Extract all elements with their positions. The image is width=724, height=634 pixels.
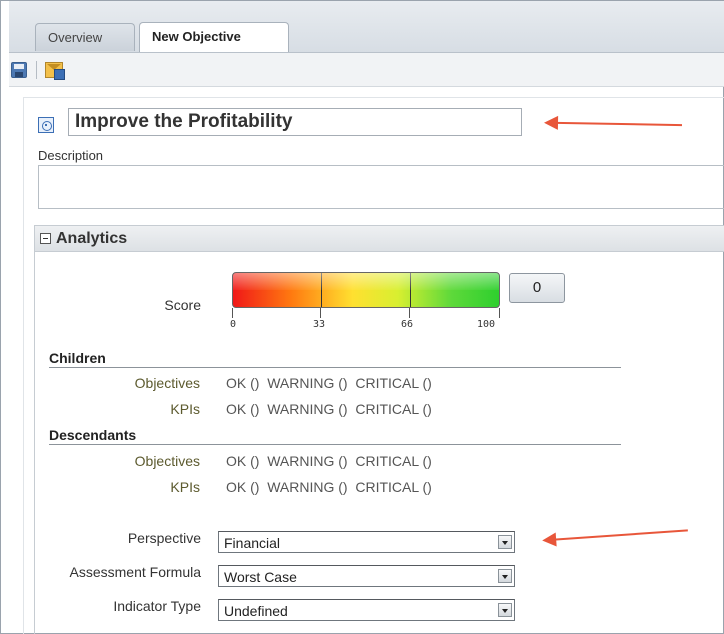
perspective-value: Financial	[224, 535, 281, 551]
assessment-formula-label: Assessment Formula	[69, 564, 201, 580]
analytics-header[interactable]: Analytics	[35, 226, 724, 252]
analytics-title: Analytics	[56, 230, 128, 247]
children-title: Children	[49, 350, 621, 368]
score-value: 0	[509, 273, 565, 303]
indicator-type-value: Undefined	[224, 603, 288, 619]
save-icon[interactable]	[11, 62, 27, 78]
descendants-title: Descendants	[49, 427, 621, 445]
perspective-select[interactable]: Financial	[218, 531, 515, 553]
children-kpis-status: OK () WARNING () CRITICAL ()	[226, 401, 432, 417]
app-window: Overview New Objective Improve the Profi…	[0, 0, 724, 634]
objective-editor: Improve the Profitability Description An…	[23, 97, 724, 634]
gauge-tick	[232, 308, 233, 318]
descendants-objectives-label: Objectives	[134, 453, 200, 469]
score-gauge	[232, 272, 500, 308]
email-icon[interactable]	[45, 62, 65, 80]
toolbar	[9, 53, 724, 87]
objective-icon	[38, 117, 54, 133]
toolbar-separator	[36, 61, 37, 79]
assessment-formula-select[interactable]: Worst Case	[218, 565, 515, 587]
descendants-kpis-status: OK () WARNING () CRITICAL ()	[226, 479, 432, 495]
gauge-tick-label: 66	[401, 319, 414, 330]
tab-new-objective[interactable]: New Objective	[139, 22, 289, 52]
chevron-down-icon[interactable]	[498, 603, 512, 617]
description-label: Description	[38, 148, 104, 163]
perspective-label: Perspective	[127, 530, 201, 546]
children-objectives-status: OK () WARNING () CRITICAL ()	[226, 375, 432, 391]
assessment-formula-value: Worst Case	[224, 569, 297, 585]
gauge-tick-label: 100	[477, 319, 496, 330]
analytics-panel: Analytics Score 0 33 66 100 0 Children O…	[34, 225, 724, 634]
gauge-tick	[409, 308, 410, 318]
collapse-icon[interactable]	[40, 233, 51, 244]
gauge-tick	[499, 308, 500, 318]
gauge-divider	[410, 273, 411, 307]
chevron-down-icon[interactable]	[498, 535, 512, 549]
gauge-tick-label: 33	[313, 319, 326, 330]
gauge-tick-label: 0	[230, 319, 237, 330]
children-objectives-label: Objectives	[134, 375, 200, 391]
descendants-objectives-status: OK () WARNING () CRITICAL ()	[226, 453, 432, 469]
indicator-type-select[interactable]: Undefined	[218, 599, 515, 621]
indicator-type-label: Indicator Type	[113, 598, 201, 614]
descendants-kpis-label: KPIs	[170, 479, 200, 495]
annotation-arrow	[555, 121, 683, 127]
tab-bar: Overview New Objective	[9, 1, 724, 53]
gauge-divider	[321, 273, 322, 307]
score-label: Score	[164, 297, 201, 313]
gauge-tick	[320, 308, 321, 318]
children-kpis-label: KPIs	[170, 401, 200, 417]
chevron-down-icon[interactable]	[498, 569, 512, 583]
objective-name-input[interactable]: Improve the Profitability	[68, 108, 522, 136]
description-input[interactable]	[38, 165, 724, 209]
tab-overview[interactable]: Overview	[35, 23, 135, 51]
